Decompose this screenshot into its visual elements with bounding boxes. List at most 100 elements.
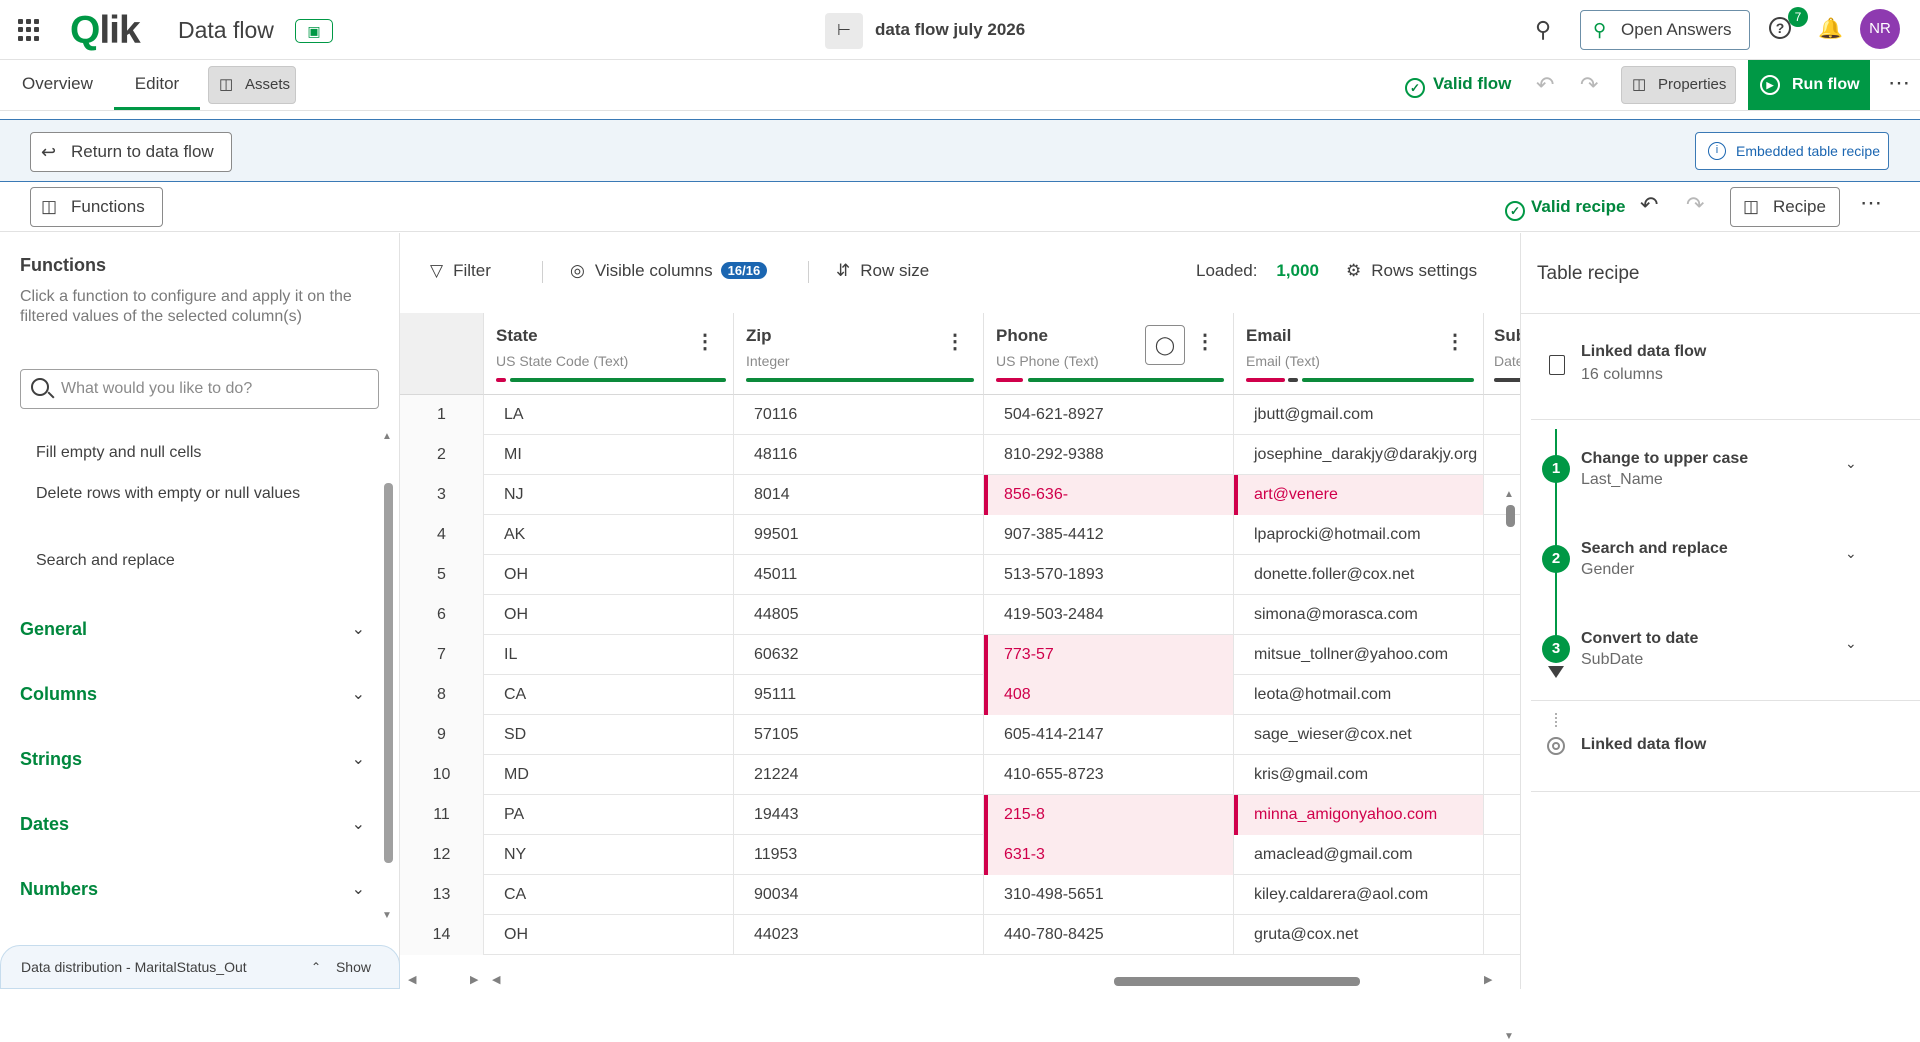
table-cell[interactable]: 60632 (734, 635, 984, 675)
table-row[interactable]: 8 CA 95111 408 leota@hotmail.com (400, 675, 1520, 715)
scroll-up-arrow[interactable]: ▲ (382, 431, 392, 442)
column-menu-icon[interactable]: ⋮ (945, 329, 965, 354)
table-cell[interactable]: OH (484, 595, 734, 635)
category-columns[interactable]: Columns ⌄ (20, 684, 365, 705)
chevron-down-icon[interactable]: ⌄ (1845, 635, 1857, 652)
flow-name[interactable]: data flow july 2026 (875, 20, 1025, 40)
column-header-zip[interactable]: Zip Integer ⋮ (734, 313, 984, 395)
function-item[interactable]: Search and replace (36, 548, 306, 574)
scroll-right-arrow[interactable]: ▶ (1484, 973, 1492, 986)
table-cell[interactable]: gruta@cox.net (1234, 915, 1484, 955)
column-menu-icon[interactable]: ⋮ (1445, 329, 1465, 354)
table-cell[interactable]: 410-655-8723 (984, 755, 1234, 795)
assets-button[interactable]: ◫ Assets (208, 66, 296, 104)
table-cell[interactable] (1484, 915, 1520, 955)
table-cell[interactable]: OH (484, 555, 734, 595)
category-strings[interactable]: Strings ⌄ (20, 749, 365, 770)
table-cell[interactable]: 605-414-2147 (984, 715, 1234, 755)
table-cell[interactable]: leota@hotmail.com (1234, 675, 1484, 715)
table-cell[interactable]: PA (484, 795, 734, 835)
scroll-right-arrow[interactable]: ▶ (470, 973, 478, 986)
recipe-source[interactable]: Linked data flow 16 columns (1581, 343, 1706, 384)
table-cell[interactable]: 19443 (734, 795, 984, 835)
table-cell[interactable]: MI (484, 435, 734, 475)
table-row[interactable]: 12 NY 11953 631-3 amaclead@gmail.com (400, 835, 1520, 875)
table-cell[interactable] (1484, 755, 1520, 795)
horizontal-scrollbar[interactable] (1114, 977, 1360, 986)
table-cell[interactable]: NY (484, 835, 734, 875)
return-to-data-flow-button[interactable]: ↩ Return to data flow (30, 132, 232, 172)
table-cell[interactable]: LA (484, 395, 734, 435)
table-cell[interactable]: 408 (984, 675, 1234, 715)
table-cell[interactable]: minna_amigonyahoo.com (1234, 795, 1484, 835)
recipe-target[interactable]: Linked data flow (1581, 736, 1706, 754)
function-item[interactable]: Fill empty and null cells (36, 440, 306, 466)
table-cell[interactable]: 631-3 (984, 835, 1234, 875)
table-row[interactable]: 11 PA 19443 215-8 minna_amigonyahoo.com (400, 795, 1520, 835)
table-cell[interactable]: donette.foller@cox.net (1234, 555, 1484, 595)
table-cell[interactable]: jbutt@gmail.com (1234, 395, 1484, 435)
table-cell[interactable]: 57105 (734, 715, 984, 755)
table-row[interactable]: 4 AK 99501 907-385-4412 lpaprocki@hotmail.co… (400, 515, 1520, 555)
table-cell[interactable]: OH (484, 915, 734, 955)
table-cell[interactable] (1484, 875, 1520, 915)
table-cell[interactable] (1484, 435, 1520, 475)
table-cell[interactable]: 99501 (734, 515, 984, 555)
step-title[interactable]: Change to upper case (1581, 450, 1748, 468)
table-cell[interactable]: simona@morasca.com (1234, 595, 1484, 635)
scroll-left-arrow[interactable]: ◀ (408, 973, 416, 986)
table-cell[interactable]: sage_wieser@cox.net (1234, 715, 1484, 755)
function-item[interactable]: Delete rows with empty or null values (36, 481, 306, 507)
table-cell[interactable]: kris@gmail.com (1234, 755, 1484, 795)
table-cell[interactable]: 310-498-5651 (984, 875, 1234, 915)
open-answers-button[interactable]: ⚲ Open Answers (1580, 10, 1750, 50)
table-cell[interactable]: MD (484, 755, 734, 795)
vertical-scrollbar[interactable] (1506, 505, 1515, 527)
table-cell[interactable]: SD (484, 715, 734, 755)
table-cell[interactable]: AK (484, 515, 734, 555)
table-cell[interactable]: 810-292-9388 (984, 435, 1234, 475)
recipe-button[interactable]: ◫ Recipe (1730, 187, 1840, 227)
redo-icon[interactable]: ↷ (1580, 72, 1598, 98)
category-general[interactable]: General ⌄ (20, 619, 365, 640)
scrollbar[interactable] (384, 483, 393, 863)
table-cell[interactable]: 21224 (734, 755, 984, 795)
table-row[interactable]: 14 OH 44023 440-780-8425 gruta@cox.net (400, 915, 1520, 955)
table-cell[interactable]: IL (484, 635, 734, 675)
table-cell[interactable]: amaclead@gmail.com (1234, 835, 1484, 875)
search-icon[interactable]: ⚲ (1535, 17, 1551, 43)
table-cell[interactable]: 856-636- (984, 475, 1234, 515)
table-cell[interactable]: 907-385-4412 (984, 515, 1234, 555)
chevron-down-icon[interactable]: ⌄ (1845, 545, 1857, 562)
column-header-email[interactable]: Email Email (Text) ⋮ (1234, 313, 1484, 395)
column-header-state[interactable]: State US State Code (Text) ⋮ (484, 313, 734, 395)
table-row[interactable]: 3 NJ 8014 856-636- art@venere (400, 475, 1520, 515)
table-cell[interactable]: 48116 (734, 435, 984, 475)
tab-editor[interactable]: Editor (114, 60, 200, 110)
table-cell[interactable]: mitsue_tollner@yahoo.com (1234, 635, 1484, 675)
category-dates[interactable]: Dates ⌄ (20, 814, 365, 835)
table-cell[interactable]: 44023 (734, 915, 984, 955)
table-cell[interactable]: 504-621-8927 (984, 395, 1234, 435)
lightbulb-icon[interactable]: ◯ (1145, 325, 1185, 365)
table-cell[interactable] (1484, 715, 1520, 755)
table-cell[interactable]: 70116 (734, 395, 984, 435)
avatar[interactable]: NR (1860, 9, 1900, 49)
category-numbers[interactable]: Numbers ⌄ (20, 879, 365, 900)
column-header-subdate[interactable]: Sub Date (1484, 313, 1520, 395)
rows-settings-button[interactable]: ⚙ Rows settings (1346, 261, 1477, 281)
more-options-icon[interactable]: ⋯ (1888, 70, 1911, 96)
column-header-phone[interactable]: Phone US Phone (Text) ◯ ⋮ (984, 313, 1234, 395)
table-cell[interactable] (1484, 555, 1520, 595)
undo-icon[interactable]: ↶ (1640, 192, 1658, 218)
table-cell[interactable]: 45011 (734, 555, 984, 595)
table-cell[interactable]: art@venere (1234, 475, 1484, 515)
table-row[interactable]: 13 CA 90034 310-498-5651 kiley.caldarera@aol… (400, 875, 1520, 915)
table-row[interactable]: 10 MD 21224 410-655-8723 kris@gmail.com (400, 755, 1520, 795)
table-cell[interactable]: 95111 (734, 675, 984, 715)
table-row[interactable]: 7 IL 60632 773-57 mitsue_tollner@yahoo.com (400, 635, 1520, 675)
row-size-button[interactable]: ⇵ Row size (836, 261, 929, 281)
table-cell[interactable] (1484, 675, 1520, 715)
chevron-down-icon[interactable]: ⌄ (1845, 455, 1857, 472)
scroll-up-arrow[interactable]: ▲ (1504, 489, 1514, 500)
